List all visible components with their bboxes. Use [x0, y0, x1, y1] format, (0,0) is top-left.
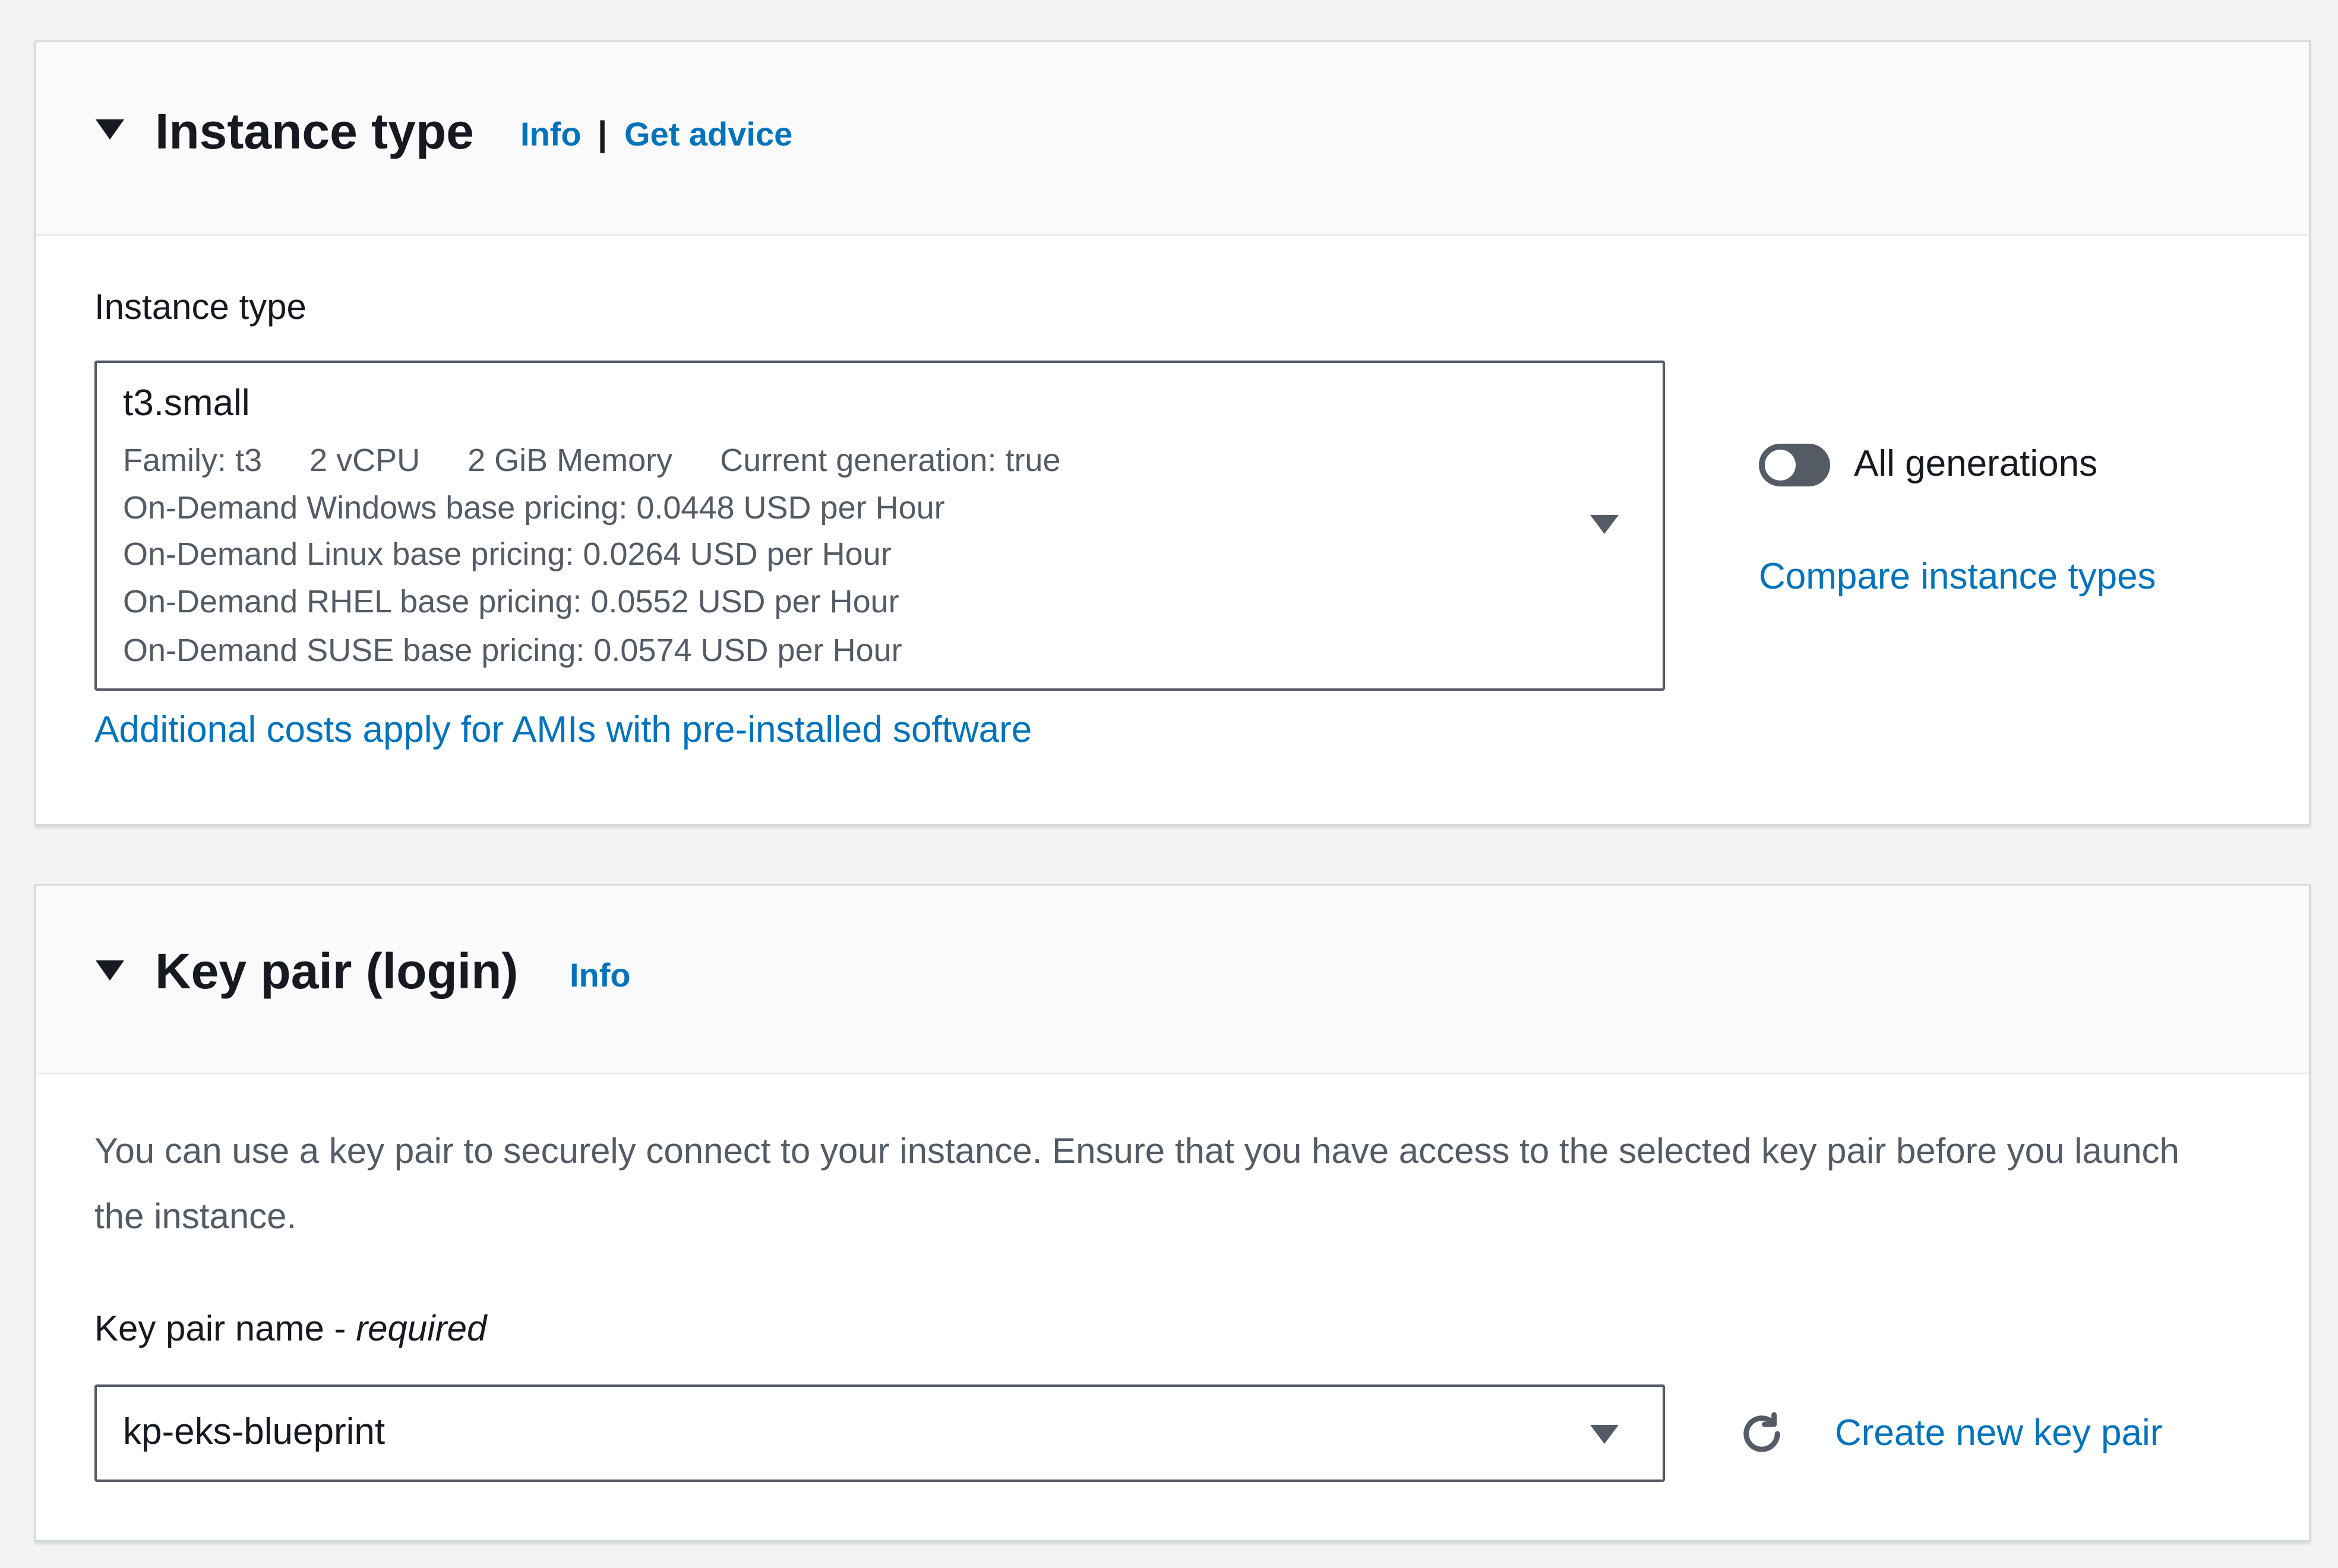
- compare-instance-types-link[interactable]: Compare instance types: [1759, 554, 2156, 599]
- pricing-linux: On-Demand Linux base pricing: 0.0264 USD…: [123, 536, 892, 572]
- meta-vcpu: 2 vCPU: [309, 442, 421, 478]
- key-pair-description: You can use a key pair to securely conne…: [94, 1131, 2179, 1236]
- key-pair-selected-value: kp-eks-blueprint: [123, 1411, 386, 1452]
- header-separator: |: [598, 115, 608, 153]
- get-advice-link[interactable]: Get advice: [624, 113, 792, 155]
- caret-down-icon[interactable]: [96, 119, 124, 140]
- instance-type-panel-header[interactable]: Instance type Info | Get advice: [36, 42, 2309, 236]
- key-pair-title: Key pair (login): [155, 943, 519, 999]
- pricing-rhel: On-Demand RHEL base pricing: 0.0552 USD …: [123, 584, 899, 619]
- meta-generation: Current generation: true: [720, 442, 1061, 478]
- meta-family: Family: t3: [123, 442, 263, 478]
- instance-type-select[interactable]: t3.small Family: t3 2 vCPU 2 GiB Memory Cur…: [94, 361, 1665, 691]
- all-generations-label[interactable]: All generations: [1854, 442, 2097, 485]
- all-generations-toggle[interactable]: [1759, 444, 1830, 486]
- instance-type-meta: Family: t3 2 vCPU 2 GiB Memory Current gene…: [123, 441, 1061, 479]
- additional-costs-link[interactable]: Additional costs apply for AMIs with pre…: [94, 707, 1032, 753]
- key-pair-select[interactable]: kp-eks-blueprint: [94, 1384, 1665, 1482]
- pricing-windows: On-Demand Windows base pricing: 0.0448 U…: [123, 490, 945, 526]
- caret-down-icon[interactable]: [96, 960, 124, 981]
- refresh-icon[interactable]: [1735, 1407, 1789, 1460]
- meta-memory: 2 GiB Memory: [467, 442, 673, 478]
- create-new-key-pair-link[interactable]: Create new key pair: [1835, 1411, 2162, 1456]
- chevron-down-icon[interactable]: [1590, 515, 1619, 534]
- instance-type-selected-value: t3.small: [123, 382, 250, 423]
- instance-type-panel: Instance type Info | Get advice Instance…: [34, 40, 2311, 826]
- required-label: required: [356, 1308, 487, 1348]
- instance-type-field-label: Instance type: [94, 287, 307, 327]
- instance-type-title: Instance type: [155, 103, 474, 159]
- key-pair-name-label-text: Key pair name -: [94, 1308, 356, 1348]
- key-pair-name-label: Key pair name - required: [94, 1307, 486, 1350]
- key-pair-info-link[interactable]: Info: [570, 954, 631, 996]
- pricing-suse: On-Demand SUSE base pricing: 0.0574 USD …: [123, 633, 902, 668]
- key-pair-panel-header[interactable]: Key pair (login) Info: [36, 886, 2309, 1074]
- toggle-knob: [1765, 450, 1796, 480]
- key-pair-panel: Key pair (login) Info You can use a key …: [34, 884, 2311, 1542]
- instance-type-info-link[interactable]: Info: [520, 113, 582, 155]
- chevron-down-icon[interactable]: [1590, 1425, 1619, 1444]
